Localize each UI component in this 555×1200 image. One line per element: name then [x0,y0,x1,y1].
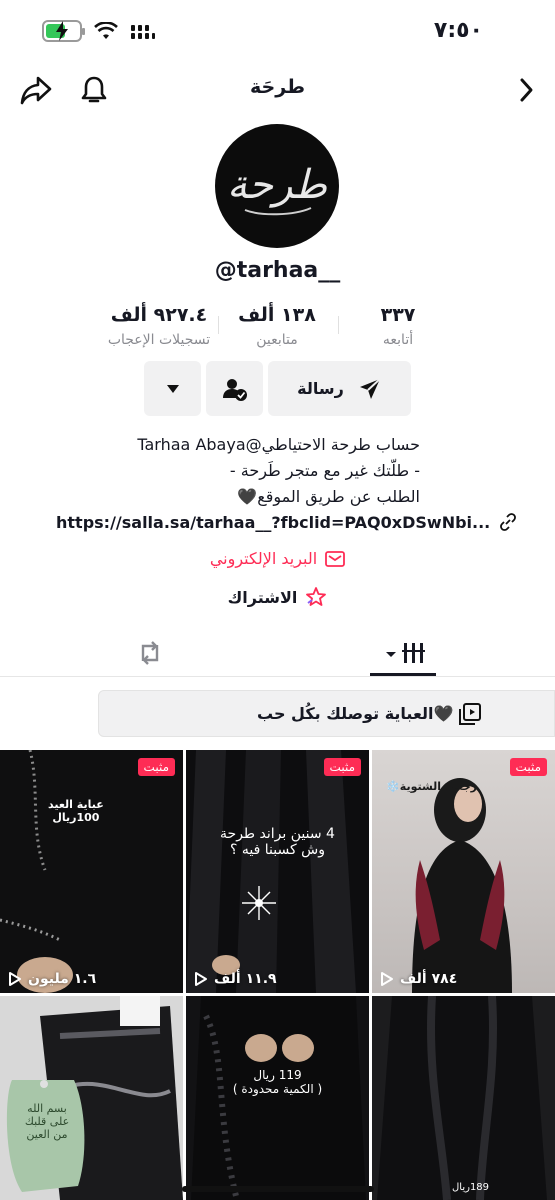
following-count: ٣٣٧ [380,304,416,326]
home-indicator [182,1186,374,1192]
view-count-text: ١.٦ مليون [28,971,97,987]
video-thumbnail [186,750,356,993]
link-icon [500,513,517,531]
bio-link-text: https://salla.sa/tarhaa__?fbclid=PAQ0xDS… [56,512,491,532]
stat-divider [338,316,339,334]
svg-text:طرحة: طرحة [227,162,328,208]
video-thumbnail [0,996,183,1200]
pinned-badge: مثبت [509,758,547,776]
subscription-star-icon [306,587,327,606]
video-tile[interactable]: مثبت عباية العيد 100ريال ١.٦ مليون [0,750,183,993]
repost-icon [141,641,159,665]
cellular-signal-icon [131,25,155,39]
likes-count: ٩٢٧.٤ ألف [110,304,208,326]
followers-label: متابعين [256,332,298,348]
video-tile[interactable]: مثبت 4 سنين براند طرحة وش كسبنا فيه ؟ ١١… [186,750,369,993]
profile-header: طرحَة [0,66,555,116]
message-button[interactable]: رسالة [268,361,411,416]
video-thumbnail [191,996,366,1200]
video-caption: رجعت الشتوية❄️ [386,780,477,793]
tarhaa-logo: طرحة [227,162,328,216]
status-bar: ٧:٥٠ [0,0,555,66]
username: @tarhaa__ [214,258,341,283]
play-icon [9,972,21,986]
following-label: أتابعه [382,332,414,348]
message-label: رسالة [297,379,344,398]
bio-line: - طلّتك غير مع متجر طَرحة - [229,461,420,480]
view-count: ١١.٩ ألف [194,971,277,987]
caret-down-icon [166,384,179,393]
status-time: ٧:٥٠ [433,18,483,43]
send-icon [359,377,381,399]
likes-label: تسجيلات الإعجاب [107,332,211,348]
email-label: البريد الإلكتروني [209,549,318,568]
tab-reposts[interactable] [128,633,172,673]
avatar[interactable]: طرحة [215,124,339,248]
subscribe-button[interactable]: الاشتراك [0,587,555,607]
view-count-text: ١١.٩ ألف [214,971,277,987]
likes-stat[interactable]: ٩٢٧.٤ ألف تسجيلات الإعجاب [100,304,218,348]
subscribe-label: الاشتراك [227,587,298,607]
playlist-label: العباية توصلك بكُل حب🖤 [257,704,454,723]
video-caption: بسم الله على قلبك من العين [24,1102,70,1141]
user-check-icon [222,378,247,401]
content-tabs [0,625,555,677]
video-thumbnail [377,996,547,1200]
active-tab-indicator [370,673,436,676]
playlist-icon [459,702,482,725]
play-icon [195,972,207,986]
playlist-bar[interactable]: العباية توصلك بكُل حب🖤 [98,690,555,737]
more-dropdown-button[interactable] [144,361,201,416]
email-button[interactable]: البريد الإلكتروني [0,549,555,568]
wifi-icon [94,22,118,39]
bio: حساب طرحة الاحتياطي@Tarhaa Abaya - طلّتك… [137,432,420,510]
tab-videos[interactable] [378,633,430,673]
view-count: ١.٦ مليون [8,971,96,987]
video-caption: 189ريال [452,1182,490,1193]
following-stat[interactable]: ٣٣٧ أتابعه [372,304,424,348]
grid-icon [386,643,425,663]
pinned-badge: مثبت [323,758,361,776]
video-tile[interactable]: 189ريال [372,996,555,1200]
back-button[interactable] [508,72,544,108]
followers-stat[interactable]: ١٣٨ ألف متابعين [232,304,322,348]
bio-line: حساب طرحة الاحتياطي@Tarhaa Abaya [137,435,420,454]
chevron-right-icon [520,78,533,102]
bio-line: الطلب عن طريق الموقع🖤 [237,487,420,506]
video-caption: 119 ريال ( الكمية محدودة ) [232,1068,323,1096]
stat-divider [218,316,219,334]
view-count: ٧٨٤ ألف [380,971,457,987]
status-icons [42,20,156,42]
video-tile[interactable]: 119 ريال ( الكمية محدودة ) [186,996,369,1200]
play-icon [381,972,393,986]
video-caption: عباية العيد 100ريال [48,798,104,824]
video-thumbnail [0,750,183,993]
video-grid: مثبت رجعت الشتوية❄️ ٧٨٤ ألف مثبت 4 سنين … [0,750,555,1200]
video-tile[interactable]: مثبت رجعت الشتوية❄️ ٧٨٤ ألف [372,750,555,993]
mail-icon [325,550,346,567]
battery-icon [42,20,85,42]
friends-button[interactable] [206,361,263,416]
page-title: طرحَة [250,76,305,98]
video-tile[interactable]: بسم الله على قلبك من العين [0,996,183,1200]
followers-count: ١٣٨ ألف [238,304,316,326]
bio-link[interactable]: https://salla.sa/tarhaa__?fbclid=PAQ0xDS… [56,512,518,532]
view-count-text: ٧٨٤ ألف [400,971,458,987]
pinned-badge: مثبت [137,758,175,776]
video-caption: 4 سنين براند طرحة وش كسبنا فيه ؟ [220,826,335,858]
